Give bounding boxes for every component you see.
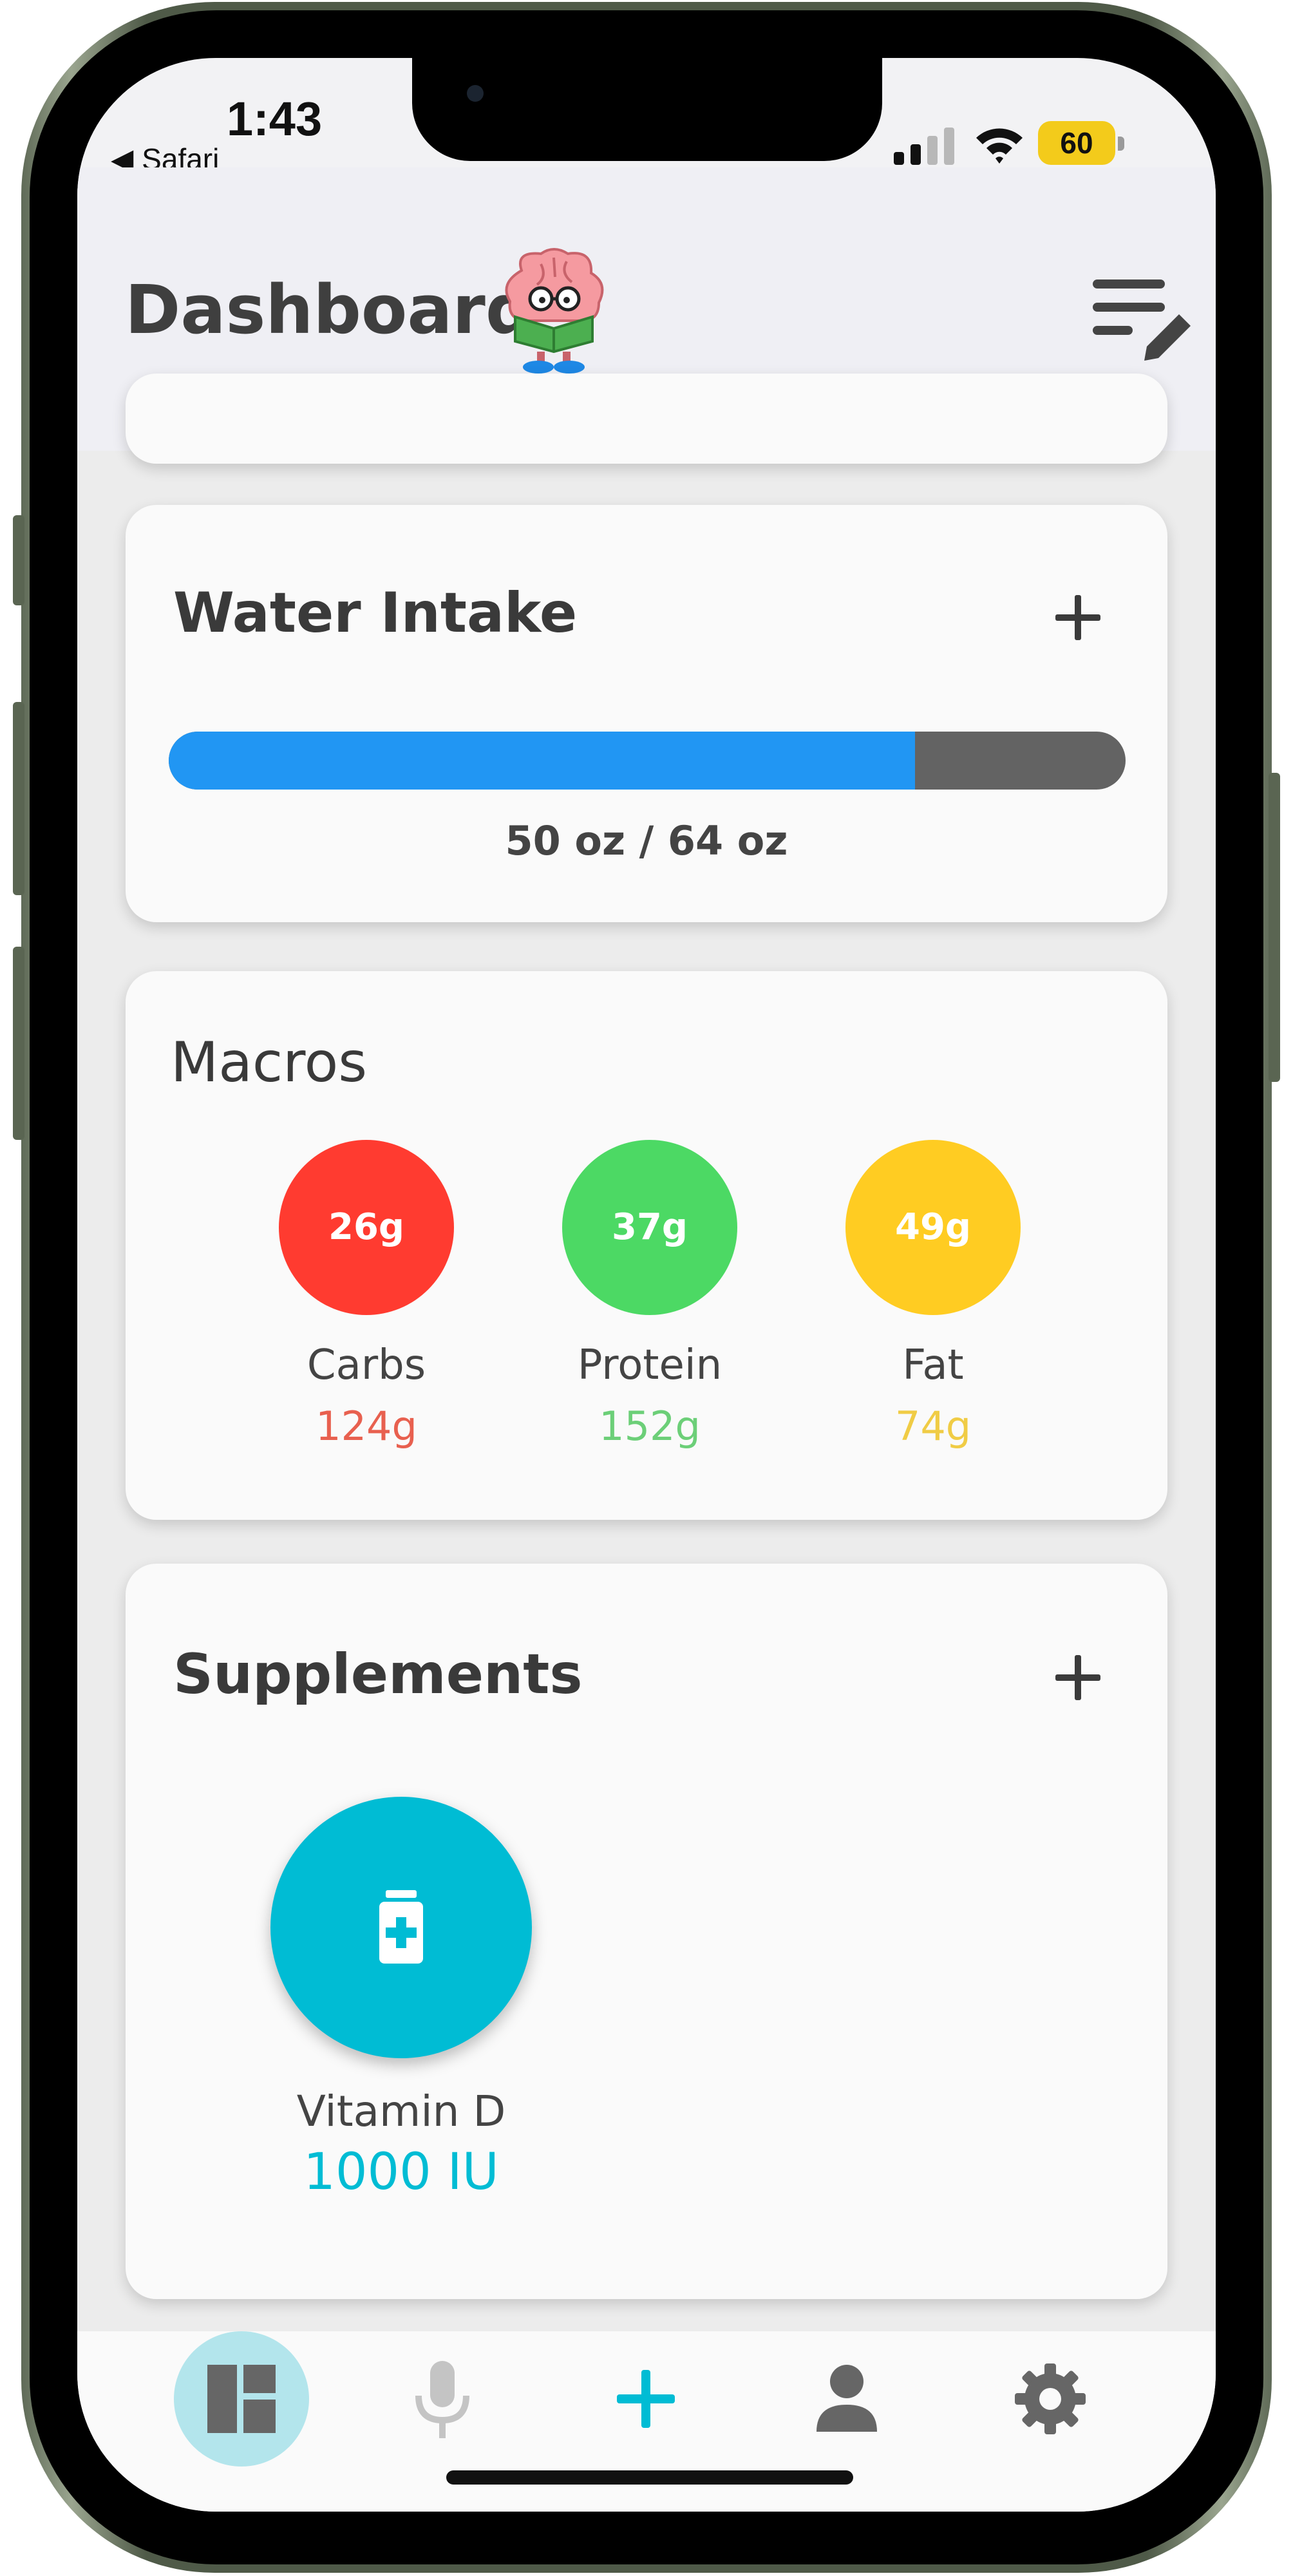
supplements-title: Supplements: [173, 1642, 583, 1707]
volume-down-button: [13, 947, 24, 1140]
supplement-name: Vitamin D: [296, 2087, 506, 2136]
notch: [412, 58, 882, 161]
list-edit-icon[interactable]: [1091, 270, 1194, 361]
plus-icon: [617, 2370, 675, 2428]
cellular-signal-icon: [894, 128, 954, 165]
wifi-icon: [976, 128, 1023, 164]
dashboard-icon: [207, 2365, 276, 2433]
add-water-button[interactable]: [1049, 589, 1107, 647]
person-icon: [816, 2365, 877, 2432]
power-button: [1269, 773, 1280, 1082]
previous-card: [126, 374, 1167, 464]
water-progress-fill: [169, 732, 916, 790]
fat-circle[interactable]: 49g: [845, 1140, 1021, 1315]
protein-label: Protein: [577, 1341, 722, 1389]
supplement-bottle-icon: [379, 1890, 423, 1964]
add-supplement-button[interactable]: [1049, 1649, 1107, 1707]
macros-card: Macros 26g Carbs 124g 37g Protein 152g 4…: [126, 971, 1167, 1520]
carbs-circle[interactable]: 26g: [279, 1140, 454, 1315]
bottom-nav: [77, 2331, 1216, 2512]
phone-screen: 1:43 ◀ Safari 60 Dashboard Water Intake …: [77, 58, 1216, 2512]
nav-add[interactable]: [578, 2331, 713, 2467]
brain-mascot-icon: [505, 248, 604, 374]
carbs-label: Carbs: [307, 1341, 426, 1389]
water-intake-title: Water Intake: [173, 581, 578, 645]
fat-goal: 74g: [894, 1403, 972, 1450]
protein-goal: 152g: [599, 1403, 701, 1450]
nav-dashboard[interactable]: [174, 2331, 309, 2467]
status-time: 1:43: [227, 92, 323, 146]
fat-label: Fat: [902, 1341, 964, 1389]
protein-circle[interactable]: 37g: [562, 1140, 737, 1315]
gear-icon: [1015, 2363, 1086, 2434]
battery-indicator: 60: [1038, 121, 1128, 165]
vitamin-d-button[interactable]: [270, 1797, 532, 2058]
carbs-goal: 124g: [316, 1403, 417, 1450]
supplements-card: Supplements Vitamin D 1000 IU: [126, 1564, 1167, 2299]
volume-up-button: [13, 702, 24, 895]
supplement-dose: 1000 IU: [303, 2143, 499, 2201]
nav-settings[interactable]: [983, 2331, 1118, 2467]
front-camera: [467, 85, 484, 102]
nav-voice[interactable]: [375, 2331, 510, 2467]
microphone-icon: [415, 2361, 469, 2438]
battery-tip: [1118, 137, 1124, 151]
home-indicator: [446, 2470, 853, 2485]
water-progress-bar: [169, 732, 1126, 790]
water-progress-text: 50 oz / 64 oz: [505, 817, 788, 864]
battery-level: 60: [1038, 121, 1115, 165]
dashboard-content[interactable]: Water Intake 50 oz / 64 oz Macros 26g Ca…: [77, 374, 1216, 2331]
water-intake-card: Water Intake 50 oz / 64 oz: [126, 505, 1167, 922]
page-title: Dashboard: [125, 270, 534, 349]
nav-profile[interactable]: [779, 2331, 914, 2467]
mute-switch: [13, 515, 24, 605]
macros-title: Macros: [171, 1030, 368, 1095]
